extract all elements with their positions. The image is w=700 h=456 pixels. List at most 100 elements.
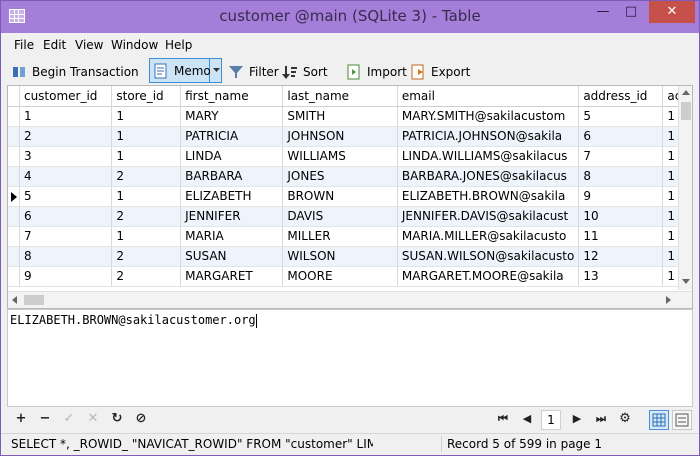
cell-first-name[interactable]: MARGARET <box>180 266 284 287</box>
stop-button[interactable]: ⊘ <box>133 411 149 427</box>
memo-button[interactable]: Memo <box>153 60 211 82</box>
cell-email[interactable]: SUSAN.WILSON@sakilacusto <box>397 246 580 267</box>
cell-address-id[interactable]: 6 <box>578 126 664 147</box>
cell-first-name[interactable]: PATRICIA <box>180 126 284 147</box>
maximize-button[interactable]: □ <box>617 1 645 23</box>
cell-email[interactable]: BARBARA.JONES@sakilacus <box>397 166 580 187</box>
table-row[interactable]: 1 1 MARY SMITH MARY.SMITH@sakilacustom 5 1 <box>8 106 692 127</box>
previous-page-button[interactable]: ◀ <box>519 411 535 427</box>
page-number-input[interactable]: 1 <box>541 410 561 430</box>
cell-store-id[interactable]: 1 <box>111 186 182 207</box>
cell-store-id[interactable]: 1 <box>111 146 182 167</box>
cell-email[interactable]: PATRICIA.JOHNSON@sakila <box>397 126 580 147</box>
delete-record-button[interactable]: − <box>37 411 53 427</box>
cell-first-name[interactable]: SUSAN <box>180 246 284 267</box>
memo-text[interactable]: ELIZABETH.BROWN@sakilacustomer.org <box>10 313 257 328</box>
scroll-left-icon[interactable] <box>12 296 17 304</box>
scroll-right-icon[interactable] <box>666 296 671 304</box>
cell-customer-id[interactable]: 5 <box>19 186 113 207</box>
table-row[interactable]: 8 2 SUSAN WILSON SUSAN.WILSON@sakilacusto 12 1 <box>8 246 692 267</box>
cell-store-id[interactable]: 2 <box>111 246 182 267</box>
export-button[interactable]: Export <box>410 61 470 83</box>
scroll-up-icon[interactable] <box>682 90 690 95</box>
cell-address-id[interactable]: 10 <box>578 206 664 227</box>
table-row[interactable]: 9 2 MARGARET MOORE MARGARET.MOORE@sakila 13 1 <box>8 266 692 287</box>
grid-view-button[interactable] <box>649 410 669 430</box>
row-marker[interactable] <box>8 146 20 167</box>
scroll-down-icon[interactable] <box>682 279 690 284</box>
memo-dropdown-icon[interactable] <box>213 68 220 73</box>
cell-customer-id[interactable]: 4 <box>19 166 113 187</box>
cell-first-name[interactable]: LINDA <box>180 146 284 167</box>
next-page-button[interactable]: ▶ <box>569 411 585 427</box>
cell-last-name[interactable]: DAVIS <box>282 206 398 227</box>
menu-help[interactable]: Help <box>165 38 192 52</box>
discard-changes-button[interactable]: ✕ <box>85 411 101 427</box>
last-page-button[interactable]: ⏭ <box>593 411 609 427</box>
cell-store-id[interactable]: 1 <box>111 106 182 127</box>
cell-email[interactable]: MARIA.MILLER@sakilacusto <box>397 226 580 247</box>
row-marker[interactable] <box>8 226 20 247</box>
cell-address-id[interactable]: 7 <box>578 146 664 167</box>
apply-changes-button[interactable]: ✓ <box>61 411 77 427</box>
menu-file[interactable]: File <box>14 38 34 52</box>
row-marker[interactable] <box>8 106 20 127</box>
cell-email[interactable]: LINDA.WILLIAMS@sakilacus <box>397 146 580 167</box>
row-marker[interactable] <box>8 266 20 287</box>
table-row[interactable]: 2 1 PATRICIA JOHNSON PATRICIA.JOHNSON@sakila… <box>8 126 692 147</box>
import-button[interactable]: Import <box>346 61 407 83</box>
cell-last-name[interactable]: JOHNSON <box>282 126 398 147</box>
cell-first-name[interactable]: BARBARA <box>180 166 284 187</box>
cell-last-name[interactable]: BROWN <box>282 186 398 207</box>
cell-customer-id[interactable]: 2 <box>19 126 113 147</box>
cell-first-name[interactable]: ELIZABETH <box>180 186 284 207</box>
column-header-last-name[interactable]: last_name <box>282 86 398 107</box>
table-row[interactable]: 5 1 ELIZABETH BROWN ELIZABETH.BROWN@sakila 9 1 <box>8 186 692 207</box>
vertical-scroll-thumb[interactable] <box>681 102 691 120</box>
memo-editor[interactable]: ELIZABETH.BROWN@sakilacustomer.org <box>7 309 693 407</box>
cell-address-id[interactable]: 13 <box>578 266 664 287</box>
cell-first-name[interactable]: MARY <box>180 106 284 127</box>
vertical-scrollbar[interactable] <box>678 86 692 290</box>
cell-store-id[interactable]: 2 <box>111 266 182 287</box>
cell-last-name[interactable]: WILLIAMS <box>282 146 398 167</box>
menu-view[interactable]: View <box>75 38 103 52</box>
title-bar[interactable]: customer @main (SQLite 3) - Table — □ ✕ <box>1 1 699 33</box>
data-grid[interactable]: customer_id store_id first_name last_nam… <box>7 85 693 309</box>
cell-customer-id[interactable]: 1 <box>19 106 113 127</box>
cell-customer-id[interactable]: 3 <box>19 146 113 167</box>
first-page-button[interactable]: ⏮ <box>495 411 511 427</box>
row-marker[interactable] <box>8 166 20 187</box>
cell-store-id[interactable]: 1 <box>111 226 182 247</box>
cell-store-id[interactable]: 2 <box>111 206 182 227</box>
cell-address-id[interactable]: 11 <box>578 226 664 247</box>
cell-email[interactable]: MARY.SMITH@sakilacustom <box>397 106 580 127</box>
row-marker[interactable] <box>8 246 20 267</box>
sort-button[interactable]: Sort <box>282 61 328 83</box>
row-marker[interactable] <box>8 186 20 207</box>
row-marker[interactable] <box>8 126 20 147</box>
column-header-store-id[interactable]: store_id <box>111 86 182 107</box>
cell-customer-id[interactable]: 8 <box>19 246 113 267</box>
cell-address-id[interactable]: 8 <box>578 166 664 187</box>
cell-last-name[interactable]: MOORE <box>282 266 398 287</box>
column-header-email[interactable]: email <box>397 86 580 107</box>
cell-last-name[interactable]: SMITH <box>282 106 398 127</box>
table-row[interactable]: 6 2 JENNIFER DAVIS JENNIFER.DAVIS@sakilacust… <box>8 206 692 227</box>
menu-edit[interactable]: Edit <box>43 38 66 52</box>
refresh-button[interactable]: ↻ <box>109 411 125 427</box>
cell-email[interactable]: MARGARET.MOORE@sakila <box>397 266 580 287</box>
cell-customer-id[interactable]: 6 <box>19 206 113 227</box>
table-row[interactable]: 7 1 MARIA MILLER MARIA.MILLER@sakilacusto 11 1 <box>8 226 692 247</box>
menu-window[interactable]: Window <box>111 38 158 52</box>
cell-first-name[interactable]: MARIA <box>180 226 284 247</box>
memo-toggle[interactable]: Memo <box>149 58 222 83</box>
close-button[interactable]: ✕ <box>649 1 695 23</box>
filter-button[interactable]: Filter <box>228 61 279 83</box>
column-header-address-id[interactable]: address_id <box>578 86 664 107</box>
minimize-button[interactable]: — <box>589 1 617 23</box>
cell-email[interactable]: JENNIFER.DAVIS@sakilacust <box>397 206 580 227</box>
cell-last-name[interactable]: JONES <box>282 166 398 187</box>
cell-address-id[interactable]: 9 <box>578 186 664 207</box>
horizontal-scroll-thumb[interactable] <box>24 295 44 305</box>
